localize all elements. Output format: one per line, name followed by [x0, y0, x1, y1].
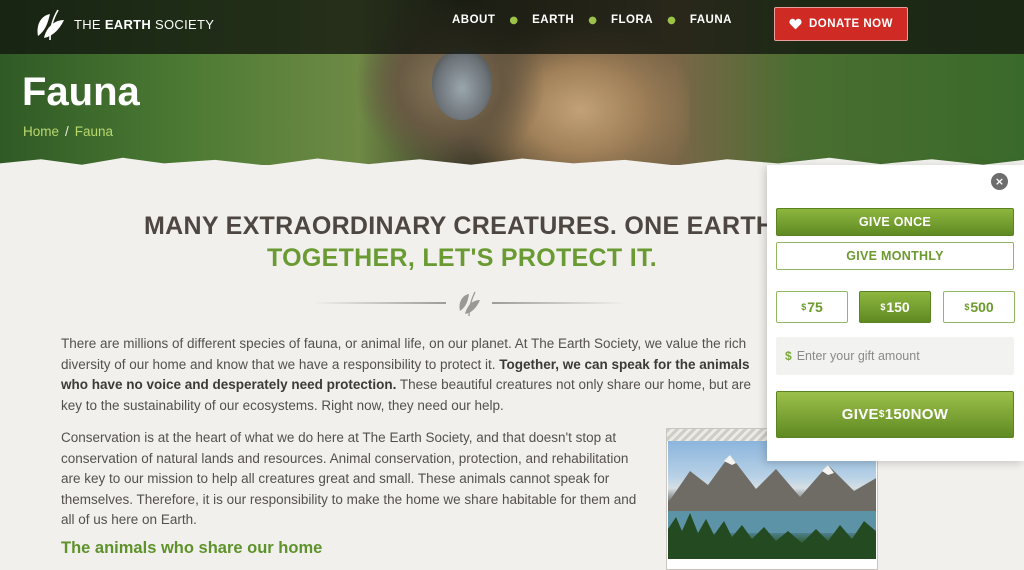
- donation-widget: × GIVE ONCE GIVE MONTHLY $75 $150 $500 $…: [767, 165, 1024, 461]
- nav-item-flora[interactable]: FLORA: [597, 14, 667, 26]
- leaf-divider-icon: [459, 291, 480, 317]
- leaf-logo-icon: [37, 9, 64, 41]
- breadcrumb: Home / Fauna: [23, 124, 113, 139]
- nav-item-fauna[interactable]: FAUNA: [676, 14, 746, 26]
- nav-dot: ●: [588, 14, 597, 26]
- section-headline: MANY EXTRAORDINARY CREATURES. ONE EARTH.…: [0, 212, 803, 273]
- nav-dot: ●: [667, 14, 676, 26]
- page-title: Fauna: [22, 70, 140, 114]
- nav-item-about[interactable]: ABOUT: [438, 14, 509, 26]
- currency-symbol: $: [785, 349, 792, 363]
- close-icon[interactable]: ×: [991, 173, 1008, 190]
- leaf-divider: [313, 288, 625, 318]
- heart-icon: [789, 18, 802, 30]
- brand-name: THE EARTH SOCIETY: [74, 16, 215, 32]
- amount-150-button[interactable]: $150: [859, 291, 931, 323]
- divider-line-right: [492, 302, 625, 304]
- gift-amount-input[interactable]: [796, 349, 997, 363]
- headline-line-2: TOGETHER, LET'S PROTECT IT.: [267, 244, 657, 272]
- give-now-button[interactable]: GIVE $150 NOW: [776, 391, 1014, 438]
- nav-dot: ●: [509, 14, 519, 26]
- site-logo[interactable]: THE EARTH SOCIETY: [32, 6, 214, 42]
- hero-monkey-face: [432, 50, 492, 120]
- animals-subheading: The animals who share our home: [61, 539, 323, 557]
- give-once-button[interactable]: GIVE ONCE: [776, 208, 1014, 236]
- breadcrumb-home[interactable]: Home: [23, 124, 59, 139]
- breadcrumb-separator: /: [65, 124, 69, 139]
- amount-75-button[interactable]: $75: [776, 291, 848, 323]
- breadcrumb-current: Fauna: [74, 124, 114, 139]
- amount-500-button[interactable]: $500: [943, 291, 1015, 323]
- intro-paragraph: There are millions of different species …: [61, 336, 752, 413]
- divider-line-left: [313, 302, 446, 304]
- give-monthly-button[interactable]: GIVE MONTHLY: [776, 242, 1014, 270]
- nav-item-earth[interactable]: EARTH: [518, 14, 588, 26]
- donate-now-button[interactable]: DONATE NOW: [774, 7, 908, 41]
- conservation-paragraph: Conservation is at the heart of what we …: [61, 430, 637, 527]
- donate-now-label: DONATE NOW: [808, 18, 893, 30]
- headline-line-1: MANY EXTRAORDINARY CREATURES. ONE EARTH.: [144, 212, 782, 240]
- gift-amount-field[interactable]: $: [776, 337, 1014, 375]
- main-nav: ABOUT ● EARTH ● FLORA ● FAUNA: [438, 14, 746, 26]
